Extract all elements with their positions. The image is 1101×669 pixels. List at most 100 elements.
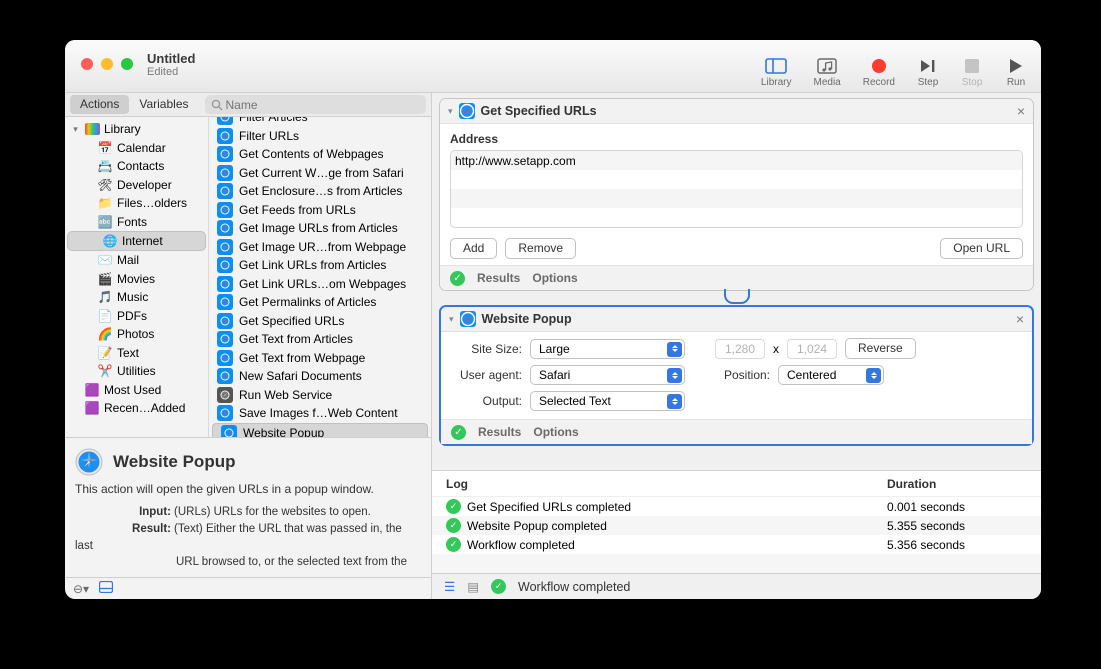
close-card-icon[interactable]: × bbox=[1017, 103, 1025, 119]
options-tab[interactable]: Options bbox=[532, 271, 577, 285]
url-table[interactable]: http://www.setapp.com bbox=[450, 150, 1023, 228]
safari-action-icon bbox=[217, 183, 233, 199]
list-view-icon[interactable]: ☰ bbox=[444, 579, 455, 594]
tab-variables[interactable]: Variables bbox=[129, 95, 198, 114]
run-button[interactable]: Run bbox=[1005, 56, 1027, 88]
action-item[interactable]: Get Permalinks of Articles bbox=[209, 293, 431, 312]
url-row[interactable]: http://www.setapp.com bbox=[451, 151, 1022, 170]
user-agent-select[interactable]: Safari bbox=[530, 365, 685, 385]
category-icon: 📄 bbox=[97, 308, 113, 324]
tree-item-mail[interactable]: ✉️Mail bbox=[67, 251, 206, 270]
action-item[interactable]: Run Web Service bbox=[209, 386, 431, 405]
log-row[interactable]: ✓Website Popup completed5.355 seconds bbox=[432, 516, 1041, 535]
tree-item-photos[interactable]: 🌈Photos bbox=[67, 325, 206, 344]
gear-menu[interactable]: ⊖▾ bbox=[73, 582, 89, 596]
step-button[interactable]: Step bbox=[917, 56, 939, 88]
tree-item-utilities[interactable]: ✂️Utilities bbox=[67, 362, 206, 381]
safari-action-icon bbox=[217, 202, 233, 218]
action-item[interactable]: Get Specified URLs bbox=[209, 312, 431, 331]
tree-item-fonts[interactable]: 🔤Fonts bbox=[67, 213, 206, 232]
action-card-get-specified-urls: ▾ Get Specified URLs × Address http://ww… bbox=[439, 98, 1034, 291]
select-arrows-icon bbox=[667, 394, 682, 409]
category-icon: 🔤 bbox=[97, 214, 113, 230]
position-select[interactable]: Centered bbox=[778, 365, 884, 385]
site-size-select[interactable]: Large bbox=[530, 339, 685, 359]
left-sub-toolbar: Actions Variables bbox=[65, 93, 431, 117]
tree-root[interactable]: ▾ Library bbox=[67, 120, 206, 139]
action-item[interactable]: New Safari Documents bbox=[209, 367, 431, 386]
site-size-label: Site Size: bbox=[453, 342, 522, 356]
results-tab[interactable]: Results bbox=[478, 425, 521, 439]
category-tree[interactable]: ▾ Library 📅Calendar📇Contacts🛠Developer📁F… bbox=[65, 117, 208, 437]
log-row[interactable]: ✓Get Specified URLs completed0.001 secon… bbox=[432, 497, 1041, 516]
stop-icon bbox=[961, 56, 983, 76]
action-info: Website Popup This action will open the … bbox=[65, 437, 431, 577]
action-item[interactable]: Filter Articles bbox=[209, 117, 431, 127]
close-card-icon[interactable]: × bbox=[1016, 311, 1024, 327]
action-item[interactable]: Get Image URLs from Articles bbox=[209, 219, 431, 238]
action-item[interactable]: Save Images f…Web Content bbox=[209, 404, 431, 423]
search-input[interactable] bbox=[226, 98, 421, 112]
tree-item-mostused[interactable]: 🟪Most Used bbox=[67, 381, 206, 400]
traffic-lights bbox=[81, 58, 133, 70]
open-url-button[interactable]: Open URL bbox=[940, 238, 1023, 259]
detail-view-icon[interactable]: ▤ bbox=[467, 579, 479, 594]
category-icon: 🎵 bbox=[97, 289, 113, 305]
chevron-down-icon: ▾ bbox=[449, 314, 454, 325]
remove-button[interactable]: Remove bbox=[505, 238, 576, 259]
window-toggle-icon[interactable] bbox=[99, 581, 113, 596]
action-item[interactable]: Website Popup bbox=[212, 423, 428, 438]
tree-item-recenadded[interactable]: 🟪Recen…Added bbox=[67, 399, 206, 418]
safari-action-icon bbox=[217, 257, 233, 273]
output-label: Output: bbox=[453, 394, 522, 408]
tree-item-filesolders[interactable]: 📁Files…olders bbox=[67, 194, 206, 213]
action-item[interactable]: Get Text from Webpage bbox=[209, 349, 431, 368]
record-button[interactable]: Record bbox=[863, 56, 895, 88]
safari-action-icon bbox=[217, 368, 233, 384]
check-icon: ✓ bbox=[446, 518, 461, 533]
library-icon bbox=[84, 121, 100, 137]
tree-item-pdfs[interactable]: 📄PDFs bbox=[67, 307, 206, 326]
action-item[interactable]: Get Link URLs…om Webpages bbox=[209, 275, 431, 294]
action-item[interactable]: Get Current W…ge from Safari bbox=[209, 164, 431, 183]
tree-item-music[interactable]: 🎵Music bbox=[67, 288, 206, 307]
library-button[interactable]: Library bbox=[761, 56, 792, 88]
tree-item-movies[interactable]: 🎬Movies bbox=[67, 270, 206, 289]
action-card-website-popup: ▾ Website Popup × Site Size: Large 1,280… bbox=[439, 305, 1034, 446]
reverse-button[interactable]: Reverse bbox=[845, 338, 916, 359]
automator-window: Untitled Edited Library Media Record Ste… bbox=[65, 40, 1041, 599]
log-row[interactable]: ✓Workflow completed5.356 seconds bbox=[432, 535, 1041, 554]
action-item[interactable]: Get Text from Articles bbox=[209, 330, 431, 349]
actions-list[interactable]: Filter ArticlesFilter URLsGet Contents o… bbox=[208, 117, 431, 437]
tree-item-text[interactable]: 📝Text bbox=[67, 344, 206, 363]
width-field[interactable]: 1,280 bbox=[715, 339, 765, 359]
height-field[interactable]: 1,024 bbox=[787, 339, 837, 359]
fullscreen-window-button[interactable] bbox=[121, 58, 133, 70]
tree-item-internet[interactable]: 🌐Internet bbox=[67, 231, 206, 251]
action-item[interactable]: Get Image UR…from Webpage bbox=[209, 238, 431, 257]
safari-action-icon bbox=[217, 313, 233, 329]
titlebar: Untitled Edited Library Media Record Ste… bbox=[65, 40, 1041, 93]
search-field[interactable] bbox=[205, 95, 427, 114]
log-header-duration: Duration bbox=[887, 477, 1027, 491]
toolbar: Library Media Record Step Stop Run bbox=[761, 56, 1027, 88]
action-item[interactable]: Get Link URLs from Articles bbox=[209, 256, 431, 275]
add-button[interactable]: Add bbox=[450, 238, 497, 259]
action-item[interactable]: Get Feeds from URLs bbox=[209, 201, 431, 220]
options-tab[interactable]: Options bbox=[533, 425, 578, 439]
action-item[interactable]: Get Enclosure…s from Articles bbox=[209, 182, 431, 201]
action-item[interactable]: Filter URLs bbox=[209, 127, 431, 146]
output-select[interactable]: Selected Text bbox=[530, 391, 685, 411]
minimize-window-button[interactable] bbox=[101, 58, 113, 70]
tab-actions[interactable]: Actions bbox=[70, 95, 129, 114]
tree-item-developer[interactable]: 🛠Developer bbox=[67, 176, 206, 195]
close-window-button[interactable] bbox=[81, 58, 93, 70]
tree-item-contacts[interactable]: 📇Contacts bbox=[67, 157, 206, 176]
results-tab[interactable]: Results bbox=[477, 271, 520, 285]
media-button[interactable]: Media bbox=[814, 56, 841, 88]
action-item[interactable]: Get Contents of Webpages bbox=[209, 145, 431, 164]
tree-item-calendar[interactable]: 📅Calendar bbox=[67, 139, 206, 158]
select-arrows-icon bbox=[667, 342, 682, 357]
workflow-area[interactable]: ▾ Get Specified URLs × Address http://ww… bbox=[432, 93, 1041, 470]
card-header[interactable]: ▾ Get Specified URLs × bbox=[440, 99, 1033, 124]
